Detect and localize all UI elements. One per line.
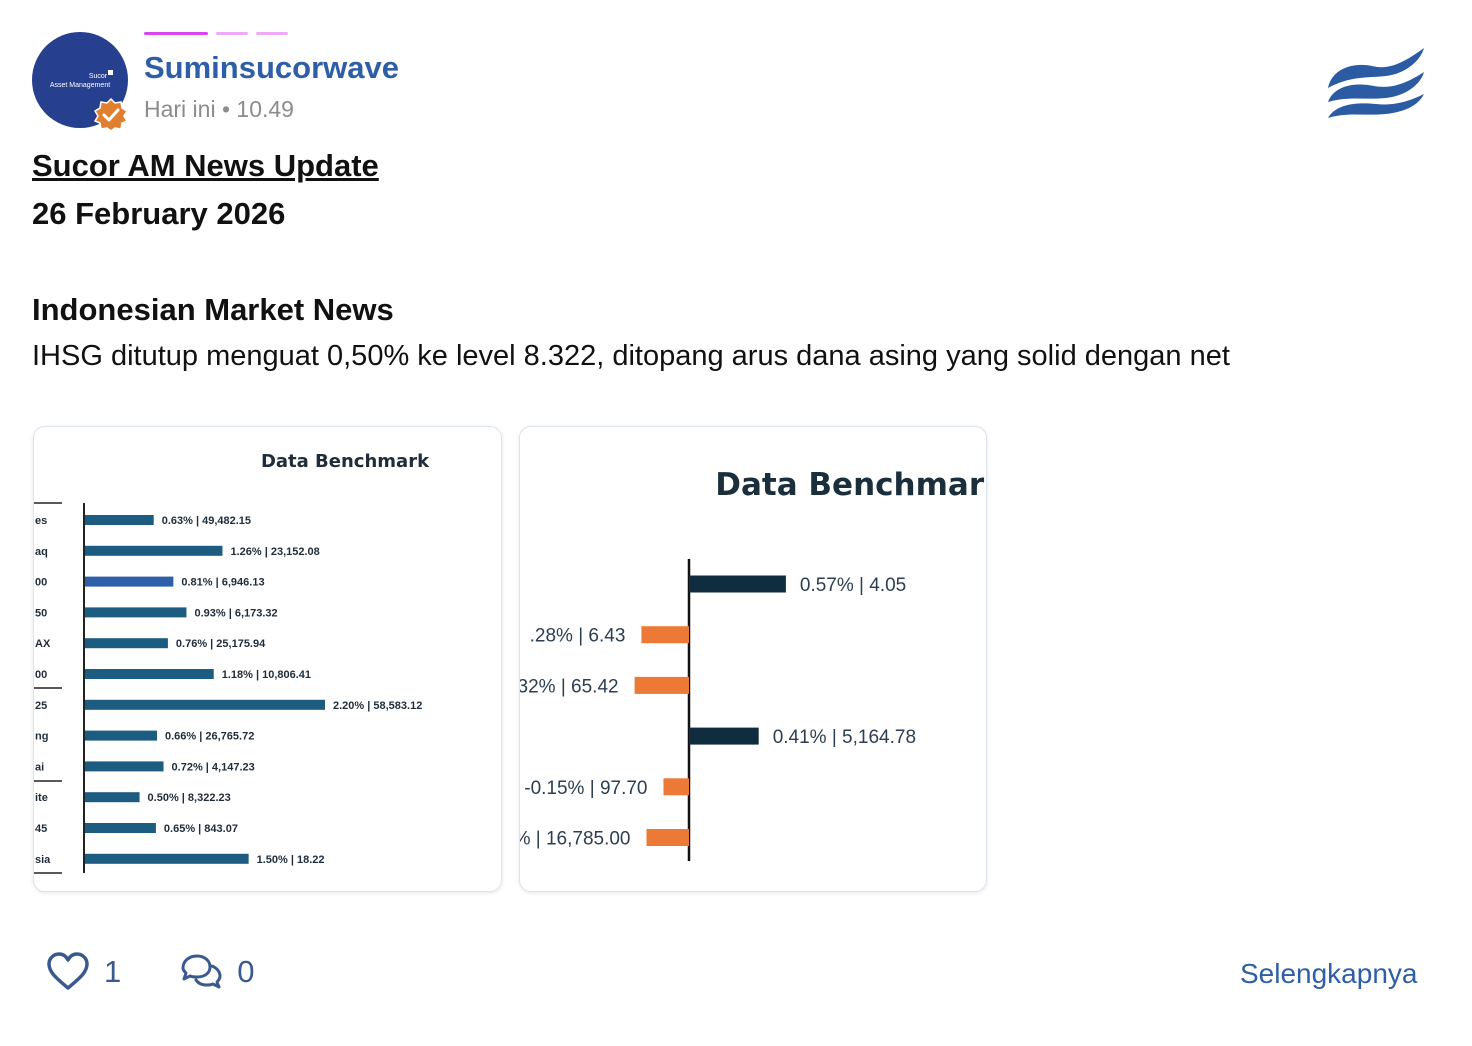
data-label: 0.66% | 26,765.72 [165,731,254,743]
data-label: 0.41% | 5,164.78 [773,727,916,748]
data-label: 0.81% | 6,946.13 [181,577,264,589]
like-count: 1 [104,954,122,989]
category-label: sia [35,854,51,866]
bar [689,727,759,745]
comment-bubbles-icon [181,954,222,989]
data-label: 0.93% | 6,173.32 [194,607,277,619]
data-label: 2.20% | 58,583.12 [333,700,422,712]
accent-dash [144,32,208,35]
bar [85,669,214,679]
verified-badge-icon [94,98,128,132]
bar [85,823,156,833]
post-title[interactable]: Sucor AM News Update [32,148,379,184]
post-date: 26 February 2026 [32,196,286,231]
author-name[interactable]: Suminsucorwave [144,50,399,86]
author-avatar[interactable]: Sucor Asset Management [32,32,128,132]
category-label: es [35,515,47,527]
bar [85,853,249,864]
chart-title: Data Benchmark [261,451,430,472]
data-label: 1.50% | 18.22 [257,854,325,866]
comment-count: 0 [237,954,255,989]
data-label: 1.26% | 23,152.08 [230,546,319,558]
data-label: 0.65% | 843.07 [164,823,238,835]
category-label: ng [35,731,48,743]
data-label: .28% | 6.43 [530,626,626,647]
section-title: Indonesian Market News [32,292,394,327]
data-label: 0.76% | 25,175.94 [176,638,266,650]
category-label: 25 [35,700,47,712]
like-button[interactable]: 1 [46,952,121,992]
bar [663,778,689,796]
accent-dash [256,32,288,35]
data-label: 32% | 65.42 [520,676,619,697]
data-label: -0.15% | 97.70 [524,778,647,799]
category-label: AX [35,638,51,650]
category-label: 00 [35,577,47,589]
chart-title: Data Benchmark [715,467,986,503]
data-label: 0.50% | 8,322.23 [148,792,231,804]
see-more-link[interactable]: Selengkapnya [1240,958,1417,990]
wave-logo-icon[interactable] [1326,46,1426,120]
category-label: 45 [35,823,47,835]
bar [634,676,689,694]
bar [85,792,140,803]
data-label: % | 16,785.00 [520,829,631,850]
accent-dash [216,32,248,35]
avatar-label-line-2: Asset Management [49,82,111,89]
comment-button[interactable]: 0 [179,952,255,992]
category-label: ite [35,792,48,804]
chart-image-2[interactable]: Data Benchmark 0.57% | 4.05 .28% | 6.43 32%… [519,426,987,892]
bar [85,730,157,741]
post-actions: 1 0 [46,952,313,992]
bar [85,699,325,710]
data-label: 0.72% | 4,147.23 [172,761,255,773]
bar [85,545,223,556]
heart-icon [47,952,89,990]
benchmark-chart-2: Data Benchmark 0.57% | 4.05 .28% | 6.43 32%… [520,467,986,861]
benchmark-chart-1: Data Benchmark es 0.63% | 49,482.15 aq 1.26%… [34,451,430,874]
data-label: 1.18% | 10,806.41 [222,669,311,681]
chart-image-1[interactable]: Data Benchmark es 0.63% | 49,482.15 aq 1.26%… [33,426,502,892]
avatar-label-line-1: Sucor [88,73,108,80]
category-label: 50 [35,607,47,619]
post-timestamp: Hari ini • 10.49 [144,96,294,122]
bar [85,638,168,649]
bar [641,626,689,644]
post-body-text: IHSG ditutup menguat 0,50% ke level 8.32… [32,340,1230,372]
category-label: aq [35,546,48,558]
bar [85,607,187,618]
data-label: 0.57% | 4.05 [800,575,906,596]
bar [689,575,786,593]
bar [85,761,164,772]
top-accent-dashes [144,32,288,35]
category-label: ai [35,761,44,773]
avatar-label: Sucor Asset Management [32,72,128,90]
bar [85,515,154,525]
bar [646,829,689,846]
category-label: 00 [35,669,47,681]
data-label: 0.63% | 49,482.15 [162,515,251,527]
bar [85,576,174,587]
